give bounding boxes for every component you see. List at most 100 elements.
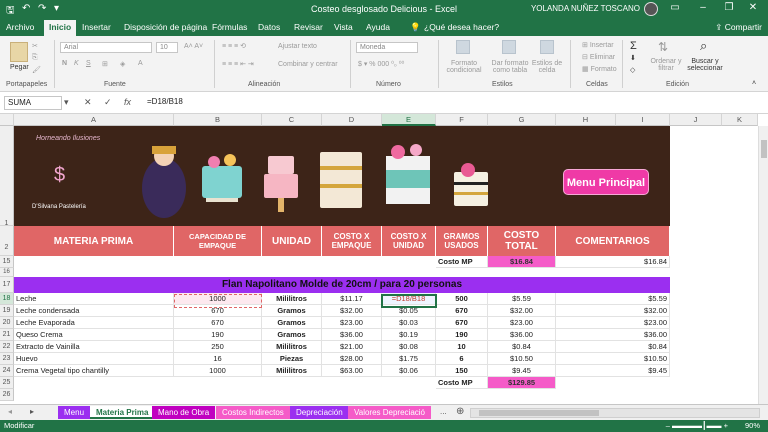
name-box-dropdown-icon[interactable]: ▾ <box>64 97 69 108</box>
insert-function-icon[interactable]: fx <box>124 97 131 107</box>
cost-mp-label[interactable]: Costo MP <box>436 256 488 268</box>
cell-name[interactable]: Huevo <box>14 353 174 365</box>
spreadsheet-grid[interactable]: A B C D E F G H I J K Horneando Ilusione… <box>0 114 768 404</box>
more-sheets-icon[interactable]: ... <box>440 407 447 416</box>
align-left-icon[interactable]: ≡ ≡ ≡ ⇤ ⇥ <box>222 60 254 68</box>
avatar[interactable] <box>644 2 658 16</box>
maximize-icon[interactable]: ❐ <box>720 2 738 16</box>
cell-capacidad[interactable]: 670 <box>174 317 262 329</box>
tab-insertar[interactable]: Insertar <box>82 22 111 32</box>
copy-icon[interactable]: ⎘ <box>32 54 38 62</box>
column-header[interactable]: J <box>670 114 722 126</box>
cost-mp-total[interactable]: $129.85 <box>488 377 556 389</box>
insert-cells-button[interactable]: ⊞ Insertar <box>582 41 614 49</box>
cell-unidad[interactable]: Piezas <box>262 353 322 365</box>
cell-gramos[interactable]: 190 <box>436 329 488 341</box>
cell-capacidad[interactable]: 16 <box>174 353 262 365</box>
cell-costo-total[interactable]: $36.00 <box>488 329 556 341</box>
cell-costo-total[interactable]: $9.45 <box>488 365 556 377</box>
cell-comentario[interactable]: $23.00 <box>556 317 670 329</box>
name-box[interactable]: SUMA <box>4 96 62 110</box>
sheet-tab-menu[interactable]: Menu <box>58 406 91 419</box>
row-header[interactable]: 19 <box>0 305 14 317</box>
recipe-title[interactable]: Flan Napolitano Molde de 20cm / para 20 … <box>14 277 670 293</box>
h-scroll-thumb[interactable] <box>479 410 599 416</box>
user-name[interactable]: YOLANDA NUÑEZ TOSCANO <box>531 4 640 13</box>
column-header[interactable]: I <box>616 114 670 126</box>
add-sheet-icon[interactable]: ⊕ <box>456 406 464 417</box>
formula-input[interactable]: =D18/B18 <box>144 96 754 110</box>
sheet-tab-costos-indirectos[interactable]: Costos Indirectos <box>216 406 290 419</box>
cell-comentario[interactable]: $10.50 <box>556 353 670 365</box>
cell-gramos[interactable]: 6 <box>436 353 488 365</box>
row-header[interactable]: 17 <box>0 277 14 293</box>
cell-comentario[interactable]: $32.00 <box>556 305 670 317</box>
wrap-text-button[interactable]: Ajustar texto <box>278 43 317 50</box>
number-format-select[interactable]: Moneda <box>356 42 418 53</box>
menu-principal-button[interactable]: Menu Principal <box>563 169 649 195</box>
tab-revisar[interactable]: Revisar <box>294 22 323 32</box>
cell-gramos[interactable]: 150 <box>436 365 488 377</box>
cell-costo-unidad[interactable]: $1.75 <box>382 353 436 365</box>
cell-capacidad[interactable]: 1000 <box>174 365 262 377</box>
vertical-scrollbar[interactable] <box>758 126 768 404</box>
cell-costo-unidad[interactable]: $0.19 <box>382 329 436 341</box>
row-header[interactable]: 16 <box>0 268 14 277</box>
row-header[interactable]: 1 <box>0 126 14 227</box>
enter-icon[interactable]: ✓ <box>104 97 112 108</box>
cell-costo-empaque[interactable]: $63.00 <box>322 365 382 377</box>
row-header[interactable]: 26 <box>0 389 14 401</box>
italic-icon[interactable]: K <box>74 60 79 67</box>
row-header[interactable]: 22 <box>0 341 14 353</box>
conditional-format-icon[interactable] <box>456 40 470 54</box>
tab-ayuda[interactable]: Ayuda <box>366 22 390 32</box>
prev-sheet-icon[interactable]: ◂ <box>8 407 12 416</box>
cell-costo-empaque[interactable]: $32.00 <box>322 305 382 317</box>
cancel-icon[interactable]: ✕ <box>84 97 92 108</box>
cell-costo-empaque[interactable]: $36.00 <box>322 329 382 341</box>
cell-capacidad[interactable]: 250 <box>174 341 262 353</box>
cost-mp-comment[interactable]: $16.84 <box>556 256 670 268</box>
bold-icon[interactable]: N <box>62 60 67 67</box>
column-header[interactable]: C <box>262 114 322 126</box>
cell-unidad[interactable]: Mililitros <box>262 341 322 353</box>
cell-costo-total[interactable]: $0.84 <box>488 341 556 353</box>
align-top-icon[interactable]: ≡ ≡ ≡ ⟲ <box>222 42 246 50</box>
minimize-icon[interactable]: – <box>694 2 712 16</box>
find-icon[interactable]: ⌕ <box>700 38 707 54</box>
cell-unidad[interactable]: Gramos <box>262 317 322 329</box>
cell-name[interactable]: Leche <box>14 293 174 305</box>
fill-icon[interactable]: ⬇ <box>630 54 636 62</box>
row-header[interactable]: 20 <box>0 317 14 329</box>
column-header[interactable]: B <box>174 114 262 126</box>
cell-costo-empaque[interactable]: $28.00 <box>322 353 382 365</box>
cut-icon[interactable]: ✂ <box>32 42 38 50</box>
cost-mp-label[interactable]: Costo MP <box>436 377 488 389</box>
cell-costo-unidad[interactable]: $0.03 <box>382 317 436 329</box>
sort-filter-icon[interactable]: ⇅ <box>658 40 668 54</box>
conditional-format-button[interactable]: Formato condicional <box>444 60 484 74</box>
row-header[interactable]: 21 <box>0 329 14 341</box>
cell-unidad[interactable]: Gramos <box>262 305 322 317</box>
fill-color-icon[interactable]: ◈ <box>120 60 125 68</box>
autosum-icon[interactable]: Σ <box>630 40 637 52</box>
column-header[interactable]: H <box>556 114 616 126</box>
scroll-thumb[interactable] <box>761 140 767 158</box>
select-all[interactable] <box>0 114 14 126</box>
font-size-select[interactable]: 10 <box>156 42 178 53</box>
format-as-table-button[interactable]: Dar formato como tabla <box>488 60 532 74</box>
share-button[interactable]: ⇪ Compartir <box>715 22 762 33</box>
clear-icon[interactable]: ◇ <box>630 66 635 74</box>
cell-unidad[interactable]: Mililitros <box>262 365 322 377</box>
cell-name[interactable]: Queso Crema <box>14 329 174 341</box>
cell-unidad[interactable]: Gramos <box>262 329 322 341</box>
column-header[interactable]: K <box>722 114 758 126</box>
cell-unidad[interactable]: Mililitros <box>262 293 322 305</box>
grow-font-icon[interactable]: A˄ A˅ <box>184 43 203 50</box>
underline-icon[interactable]: S <box>86 60 91 67</box>
paste-icon[interactable] <box>10 42 28 62</box>
cell-costo-unidad[interactable]: $0.06 <box>382 365 436 377</box>
tab-vista[interactable]: Vista <box>334 22 353 32</box>
tab-archivo[interactable]: Archivo <box>6 22 34 32</box>
cost-mp-total[interactable]: $16.84 <box>488 256 556 268</box>
